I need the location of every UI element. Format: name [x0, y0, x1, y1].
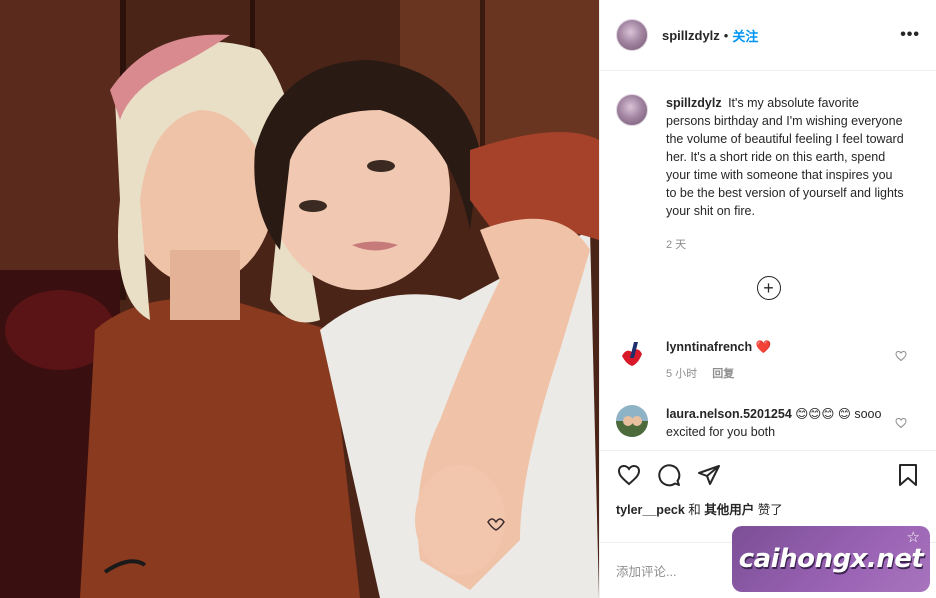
post-caption: spillzdylz It's my absolute favorite per… [616, 94, 921, 254]
send-icon[interactable] [696, 462, 722, 488]
bookmark-icon[interactable] [895, 462, 921, 488]
comment-like-icon[interactable] [895, 350, 907, 362]
post-actions: tyler__peck 和 其他用户 赞了 [600, 450, 936, 518]
comment-item: laura.nelson.5201254 😊😊😊 😊 sooo excited … [616, 405, 921, 441]
follow-button[interactable]: 关注 [732, 26, 758, 45]
caption-username[interactable]: spillzdylz [666, 96, 722, 110]
reply-button[interactable]: 回复 [712, 368, 734, 380]
post-side-panel: spillzdylz • 关注 ••• spillzdylz It's my a… [599, 0, 936, 598]
likes-and: 和 [684, 503, 705, 517]
liker-username[interactable]: tyler__peck [616, 503, 685, 517]
heart-icon[interactable] [616, 462, 642, 488]
star-icon: ☆ [906, 529, 920, 546]
caption-time[interactable]: 2 天 [666, 236, 906, 254]
load-more-comments[interactable]: + [616, 276, 921, 300]
comment-item: lynntinafrench ❤️ 5 小时 回复 [616, 338, 921, 383]
commenter-avatar[interactable] [616, 405, 648, 437]
commenter-avatar[interactable] [616, 338, 648, 370]
other-likers-link[interactable]: 其他用户 [704, 503, 754, 517]
site-watermark: ☆ caihongx.net [732, 526, 930, 592]
comment-icon[interactable] [656, 462, 682, 488]
plus-circle-icon[interactable]: + [756, 276, 781, 300]
likes-suffix: 赞了 [754, 503, 783, 517]
caption-text: It's my absolute favorite persons birthd… [666, 96, 904, 218]
post-header: spillzdylz • 关注 ••• [600, 0, 936, 71]
likes-summary: tyler__peck 和 其他用户 赞了 [616, 499, 921, 518]
add-comment-input[interactable]: 添加评论... [616, 561, 676, 580]
comment-time[interactable]: 5 小时 [666, 368, 697, 380]
more-options-icon[interactable]: ••• [900, 26, 920, 44]
comment-like-icon[interactable] [895, 417, 907, 429]
caption-avatar[interactable] [616, 94, 648, 126]
comment-text: ❤️ [755, 340, 772, 354]
separator-dot: • [723, 27, 729, 43]
post-photo[interactable] [0, 0, 599, 598]
watermark-text: caihongx.net [738, 544, 924, 574]
commenter-username[interactable]: laura.nelson.5201254 [666, 407, 792, 421]
comments-list[interactable]: spillzdylz It's my absolute favorite per… [600, 72, 936, 450]
author-avatar[interactable] [616, 19, 648, 51]
commenter-username[interactable]: lynntinafrench [666, 340, 752, 354]
photo-illustration [0, 0, 599, 598]
author-username[interactable]: spillzdylz [662, 28, 720, 43]
